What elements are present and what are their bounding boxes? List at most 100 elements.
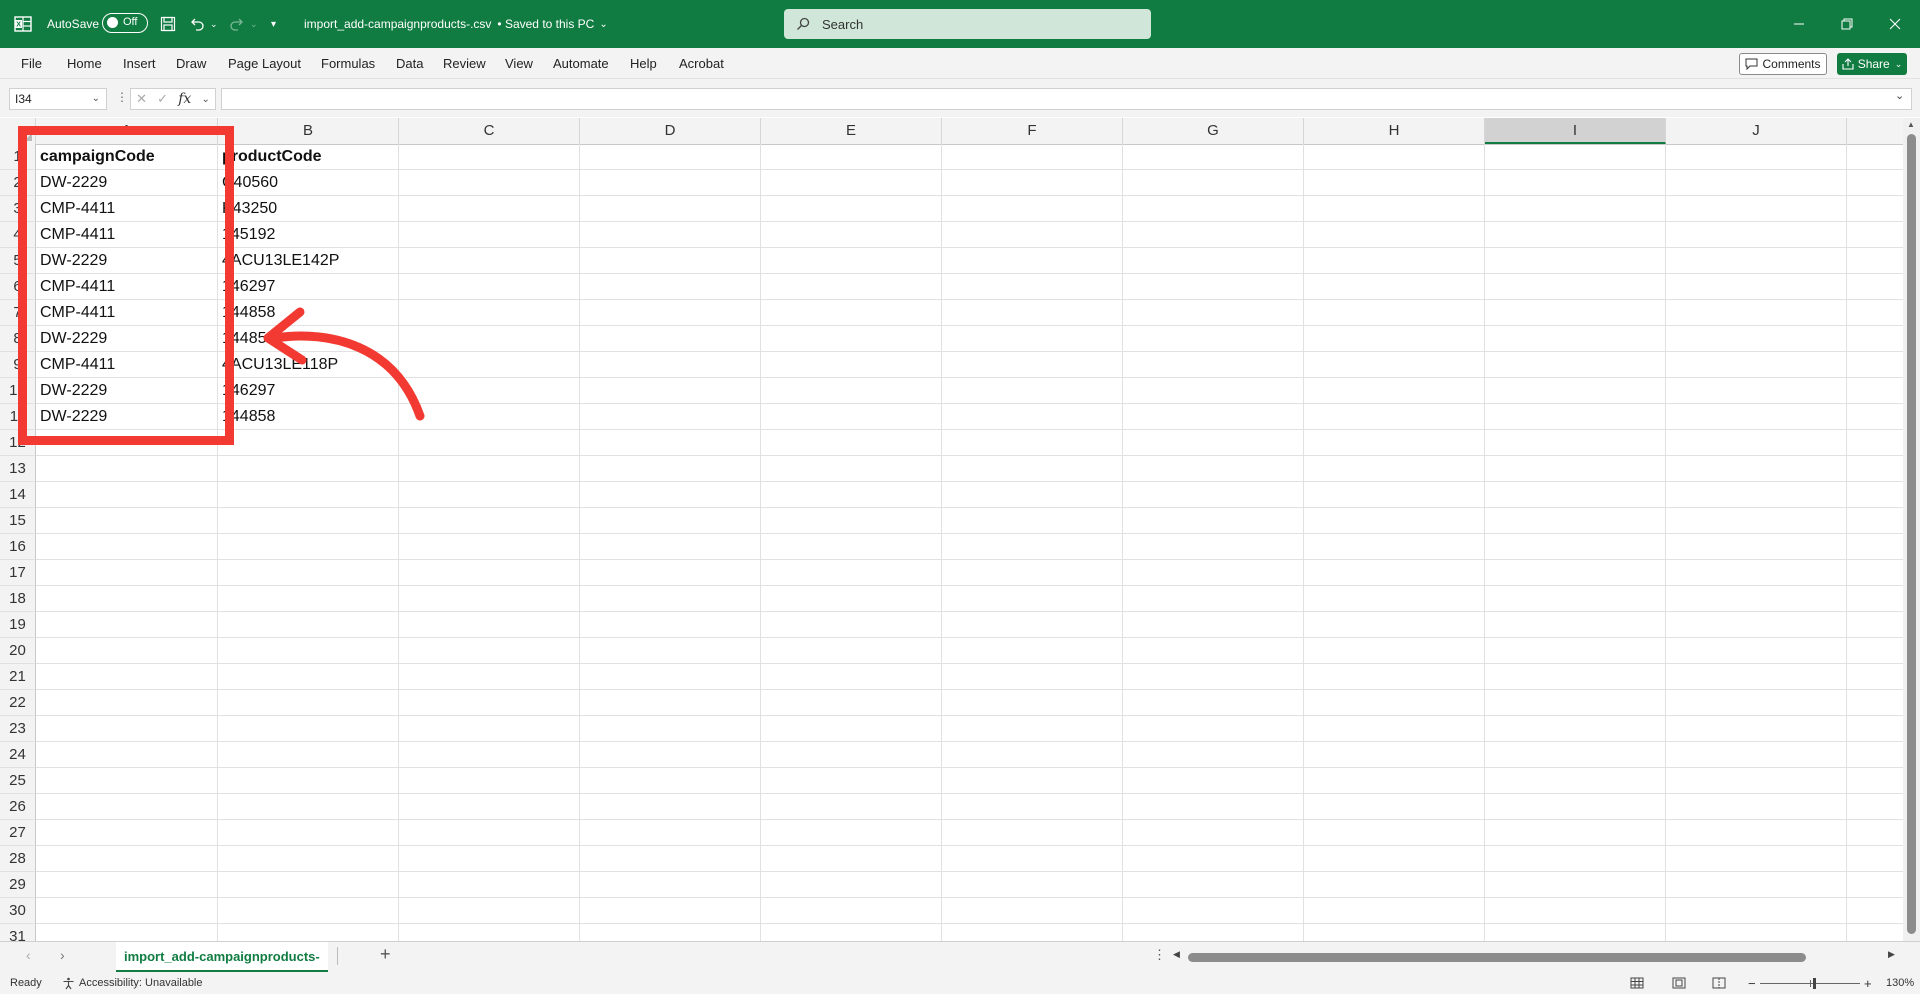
row-header[interactable]: 22	[0, 690, 36, 716]
zoom-slider[interactable]	[1760, 972, 1860, 994]
normal-view-icon[interactable]	[1630, 972, 1644, 994]
row-gridline	[36, 455, 1903, 456]
chevron-down-icon: ⌄	[599, 18, 608, 30]
menu-acrobat[interactable]: Acrobat	[679, 48, 724, 78]
menu-file[interactable]: File	[21, 48, 42, 78]
cancel-icon: ✕	[136, 91, 147, 106]
menu-formulas[interactable]: Formulas	[321, 48, 375, 78]
formula-input[interactable]	[221, 88, 1912, 110]
column-header-j[interactable]: J	[1666, 118, 1847, 144]
menu-help[interactable]: Help	[630, 48, 657, 78]
horizontal-scroll-thumb[interactable]	[1188, 953, 1806, 962]
zoom-out-icon[interactable]: −	[1748, 972, 1756, 994]
comments-button[interactable]: Comments	[1739, 53, 1827, 75]
zoom-slider-thumb[interactable]	[1813, 978, 1816, 989]
row-header[interactable]: 20	[0, 638, 36, 664]
menu-home[interactable]: Home	[67, 48, 102, 78]
row-header[interactable]: 24	[0, 742, 36, 768]
column-gridline	[579, 144, 580, 941]
column-header-d[interactable]: D	[580, 118, 761, 144]
excel-logo-icon: X	[14, 0, 34, 48]
insert-function-icon[interactable]: fx	[178, 91, 191, 107]
row-header[interactable]: 16	[0, 534, 36, 560]
row-gridline	[36, 221, 1903, 222]
row-header[interactable]: 21	[0, 664, 36, 690]
previous-sheet-icon[interactable]: ‹	[26, 947, 31, 963]
horizontal-scrollbar[interactable]	[1173, 953, 1908, 962]
menu-insert[interactable]: Insert	[123, 48, 156, 78]
column-header-i[interactable]: I	[1485, 118, 1666, 144]
next-sheet-icon[interactable]: ›	[60, 947, 65, 963]
row-header[interactable]: 13	[0, 456, 36, 482]
row-header[interactable]: 15	[0, 508, 36, 534]
chevron-down-icon[interactable]: ⌄	[201, 94, 209, 105]
zoom-in-icon[interactable]: +	[1864, 972, 1872, 994]
row-header[interactable]: 30	[0, 898, 36, 924]
column-header-b[interactable]: B	[218, 118, 399, 144]
accessibility-icon	[63, 977, 74, 989]
row-header[interactable]: 29	[0, 872, 36, 898]
column-header-e[interactable]: E	[761, 118, 942, 144]
more-options-icon[interactable]: ⋮	[116, 90, 128, 104]
menu-automate[interactable]: Automate	[553, 48, 609, 78]
formula-bar: I34 ⌄ ⋮ ✕ ✓ fx ⌄ ⌄	[0, 79, 1920, 117]
name-box[interactable]: I34 ⌄	[9, 88, 107, 110]
row-gridline	[36, 663, 1903, 664]
restore-icon[interactable]	[1824, 0, 1870, 48]
sheet-tab-active[interactable]: import_add-campaignproducts-	[116, 942, 328, 972]
file-name: import_add-campaignproducts-.csv	[304, 17, 492, 31]
column-header-f[interactable]: F	[942, 118, 1123, 144]
autosave-label: AutoSave	[47, 17, 100, 31]
row-header[interactable]: 18	[0, 586, 36, 612]
tab-divider	[337, 947, 338, 965]
row-gridline	[36, 923, 1903, 924]
row-header[interactable]: 14	[0, 482, 36, 508]
row-header[interactable]: 27	[0, 820, 36, 846]
data-cell[interactable]: 4ACU13LE142P	[218, 248, 339, 274]
share-button[interactable]: Share ⌄	[1837, 53, 1907, 75]
menu-data[interactable]: Data	[396, 48, 423, 78]
vertical-scroll-thumb[interactable]	[1907, 134, 1916, 934]
close-icon[interactable]	[1872, 0, 1918, 48]
menu-view[interactable]: View	[505, 48, 533, 78]
column-header-g[interactable]: G	[1123, 118, 1304, 144]
autosave-toggle[interactable]: Off	[102, 13, 148, 33]
minimize-icon[interactable]	[1776, 0, 1822, 48]
scroll-up-icon[interactable]: ▲	[1907, 120, 1915, 129]
save-icon[interactable]	[160, 0, 176, 48]
undo-icon[interactable]	[189, 0, 205, 48]
data-cell[interactable]: 4ACU13LE118P	[218, 352, 338, 378]
row-header[interactable]: 23	[0, 716, 36, 742]
name-box-value: I34	[15, 92, 32, 106]
row-header[interactable]: 19	[0, 612, 36, 638]
menu-page-layout[interactable]: Page Layout	[228, 48, 301, 78]
row-header[interactable]: 26	[0, 794, 36, 820]
row-header[interactable]: 31	[0, 924, 36, 941]
row-header[interactable]: 17	[0, 560, 36, 586]
row-header[interactable]: 28	[0, 846, 36, 872]
comment-icon	[1745, 58, 1758, 70]
menu-review[interactable]: Review	[443, 48, 486, 78]
scroll-right-icon[interactable]: ▶	[1888, 949, 1895, 960]
column-header-c[interactable]: C	[399, 118, 580, 144]
column-header-h[interactable]: H	[1304, 118, 1485, 144]
customize-toolbar-icon[interactable]: ▾	[271, 0, 276, 48]
vertical-scrollbar[interactable]: ▲	[1903, 118, 1920, 941]
page-layout-view-icon[interactable]	[1672, 972, 1686, 994]
undo-dropdown-icon[interactable]: ⌄	[210, 0, 218, 48]
more-options-icon[interactable]: ⋮	[1153, 947, 1166, 963]
row-gridline	[36, 195, 1903, 196]
menu-draw[interactable]: Draw	[176, 48, 206, 78]
zoom-level[interactable]: 130%	[1886, 972, 1914, 994]
search-box[interactable]: Search	[784, 9, 1151, 39]
expand-formula-bar-icon[interactable]: ⌄	[1895, 89, 1904, 102]
row-gridline	[36, 533, 1903, 534]
add-sheet-button[interactable]: +	[380, 944, 391, 965]
spreadsheet-grid[interactable]: A B C D E F G H I J 1 2 3 4 5 6 7 8 9 10 11 12 13 14 1…	[0, 118, 1903, 941]
row-header[interactable]: 25	[0, 768, 36, 794]
document-title[interactable]: import_add-campaignproducts-.csv • Saved…	[304, 0, 608, 48]
annotation-highlight-box	[18, 126, 234, 445]
page-break-view-icon[interactable]	[1712, 972, 1726, 994]
accessibility-status[interactable]: Accessibility: Unavailable	[62, 972, 203, 994]
share-label: Share	[1857, 57, 1890, 71]
